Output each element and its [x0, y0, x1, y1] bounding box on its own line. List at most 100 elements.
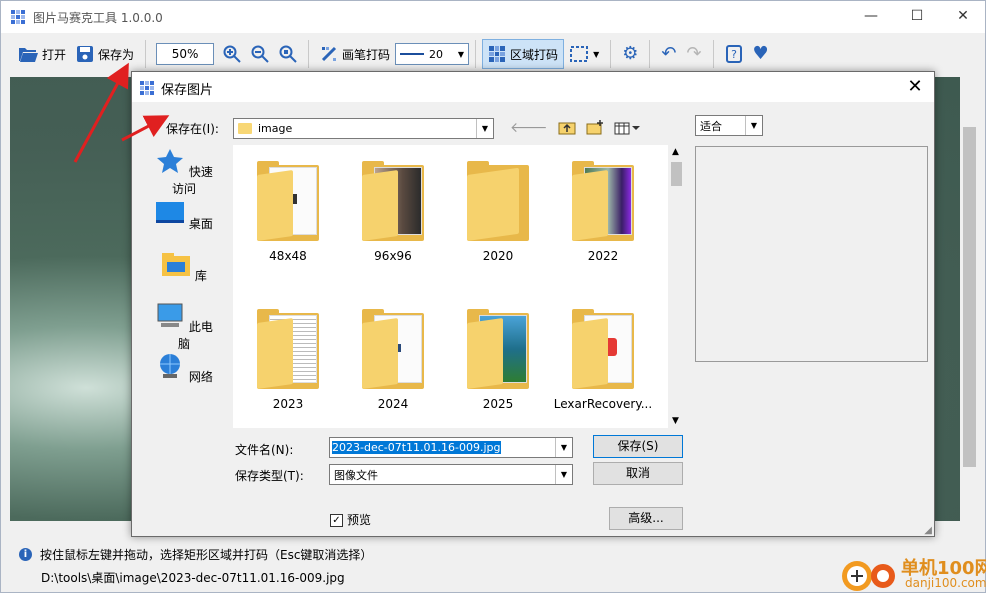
- filetype-select[interactable]: 图像文件 ▼: [329, 464, 573, 485]
- dialog-app-icon: [140, 81, 154, 95]
- pen-size-select[interactable]: 20 ▼: [395, 43, 470, 65]
- filetype-label: 保存类型(T):: [235, 469, 304, 483]
- undo-button[interactable]: ↶: [656, 39, 681, 69]
- fit-mode-value: 适合: [700, 119, 722, 133]
- folder-icon: [572, 161, 634, 241]
- save-in-combo[interactable]: image ▼: [233, 118, 494, 139]
- place-this-pc[interactable]: 此电脑: [152, 303, 216, 352]
- favorite-button[interactable]: ♥: [748, 39, 774, 69]
- app-icon: [11, 10, 25, 24]
- network-icon: [160, 354, 181, 378]
- settings-button[interactable]: ⚙: [617, 39, 643, 69]
- zoom-out-icon: [251, 45, 269, 63]
- place-label: 桌面: [188, 217, 213, 231]
- dialog-title-bar: 保存图片 ✕: [132, 72, 934, 102]
- file-name: 96x96: [374, 249, 412, 263]
- scroll-up-icon[interactable]: ▲: [672, 147, 679, 157]
- file-list-scrollbar[interactable]: ▲ ▼: [668, 145, 685, 428]
- status-path: D:\tools\桌面\image\2023-dec-07t11.01.16-0…: [41, 571, 345, 585]
- open-button[interactable]: 打开: [13, 39, 71, 69]
- place-quick-access[interactable]: 快速访问: [152, 148, 216, 197]
- save-image-dialog: 保存图片 ✕ 保存在(I): image ▼ 🡐 快速访问 桌面 库 此电脑 网…: [131, 71, 935, 537]
- minimize-button[interactable]: —: [848, 1, 894, 31]
- preview-panel: [695, 146, 928, 362]
- close-button[interactable]: ✕: [940, 1, 986, 31]
- brush-mosaic-button[interactable]: 画笔打码: [315, 39, 395, 69]
- save-button[interactable]: 保存(S): [593, 435, 683, 458]
- view-menu-icon[interactable]: [614, 121, 640, 135]
- scrollbar-thumb[interactable]: [671, 162, 682, 186]
- new-folder-icon[interactable]: [586, 120, 604, 135]
- file-name: 2020: [482, 249, 514, 263]
- file-name: LexarRecovery...: [553, 397, 653, 411]
- list-item[interactable]: LexarRecovery...: [553, 309, 653, 411]
- save-as-button[interactable]: 保存为: [71, 39, 139, 69]
- heart-icon: ♥: [752, 43, 769, 64]
- folder-open-icon: [19, 48, 38, 62]
- preview-label: 预览: [347, 513, 372, 527]
- selection-shape-button[interactable]: ▼: [564, 39, 604, 69]
- brush-mosaic-label: 画笔打码: [342, 47, 391, 62]
- folder-icon: [572, 309, 634, 389]
- zoom-level-field[interactable]: 50%: [156, 43, 215, 65]
- advanced-button[interactable]: 高级...: [609, 507, 683, 530]
- scrollbar-thumb[interactable]: [963, 127, 976, 467]
- region-mosaic-label: 区域打码: [510, 47, 559, 62]
- library-icon: [162, 253, 191, 276]
- pen-size-value: 20: [429, 47, 444, 61]
- save-as-label: 保存为: [98, 47, 135, 62]
- preview-checkbox[interactable]: ✓: [330, 514, 343, 527]
- maximize-button[interactable]: ☐: [894, 1, 940, 31]
- open-label: 打开: [42, 47, 67, 62]
- folder-icon: [257, 309, 319, 389]
- zoom-fit-button[interactable]: [274, 39, 302, 69]
- scroll-down-icon[interactable]: ▼: [672, 416, 679, 426]
- redo-icon: ↷: [686, 43, 702, 64]
- back-arrow-icon[interactable]: 🡐: [510, 119, 548, 136]
- zoom-in-button[interactable]: [218, 39, 246, 69]
- chevron-down-icon: ▼: [555, 438, 572, 457]
- file-list[interactable]: 48x48 96x96 2020 2022 2023 2024 2025 Lex…: [233, 145, 668, 428]
- zoom-out-button[interactable]: [246, 39, 274, 69]
- desktop-icon: [156, 202, 185, 223]
- canvas-vertical-scrollbar[interactable]: [961, 77, 978, 521]
- info-icon: i: [19, 548, 32, 561]
- computer-icon: [157, 303, 183, 327]
- watermark: 单机100网 danji100.com: [839, 550, 986, 593]
- place-library[interactable]: 库: [152, 252, 216, 284]
- watermark-site-url: danji100.com: [905, 576, 986, 590]
- list-item[interactable]: 2024: [343, 309, 443, 411]
- list-item[interactable]: 2025: [448, 309, 548, 411]
- filename-selected-text: 2023-dec-07t11.01.16-009.jpg: [332, 441, 501, 454]
- chevron-down-icon: ▼: [476, 119, 493, 138]
- dialog-title: 保存图片: [161, 83, 214, 98]
- help-button[interactable]: ?: [720, 39, 748, 69]
- dialog-close-button[interactable]: ✕: [900, 74, 930, 100]
- place-label: 库: [194, 269, 207, 283]
- list-item[interactable]: 96x96: [343, 161, 443, 263]
- list-item[interactable]: 48x48: [238, 161, 338, 263]
- redo-button[interactable]: ↷: [681, 39, 706, 69]
- zoom-in-icon: [223, 45, 241, 63]
- resize-grip-icon[interactable]: ◢: [924, 525, 932, 536]
- list-item[interactable]: 2022: [553, 161, 653, 263]
- region-mosaic-button[interactable]: 区域打码: [482, 39, 565, 69]
- list-item[interactable]: 2023: [238, 309, 338, 411]
- file-name: 2022: [587, 249, 619, 263]
- filetype-value: 图像文件: [334, 468, 378, 482]
- place-network[interactable]: 网络: [152, 353, 216, 385]
- toolbar-divider: [308, 40, 310, 68]
- pen-line-preview: [400, 53, 425, 55]
- list-item[interactable]: 2020: [448, 161, 548, 263]
- filename-label: 文件名(N):: [235, 443, 294, 457]
- cancel-button[interactable]: 取消: [593, 462, 683, 485]
- status-hint-text: 按住鼠标左键并拖动，选择矩形区域并打码（Esc键取消选择）: [40, 548, 373, 562]
- toolbar-divider: [649, 40, 651, 68]
- save-in-label: 保存在(I):: [166, 122, 219, 136]
- up-folder-icon[interactable]: [558, 120, 576, 135]
- filename-field[interactable]: 2023-dec-07t11.01.16-009.jpg ▼: [329, 437, 573, 458]
- undo-icon: ↶: [661, 43, 677, 64]
- fit-mode-select[interactable]: 适合 ▼: [695, 115, 763, 136]
- preview-checkbox-row[interactable]: ✓ 预览: [330, 511, 371, 528]
- place-desktop[interactable]: 桌面: [152, 200, 216, 232]
